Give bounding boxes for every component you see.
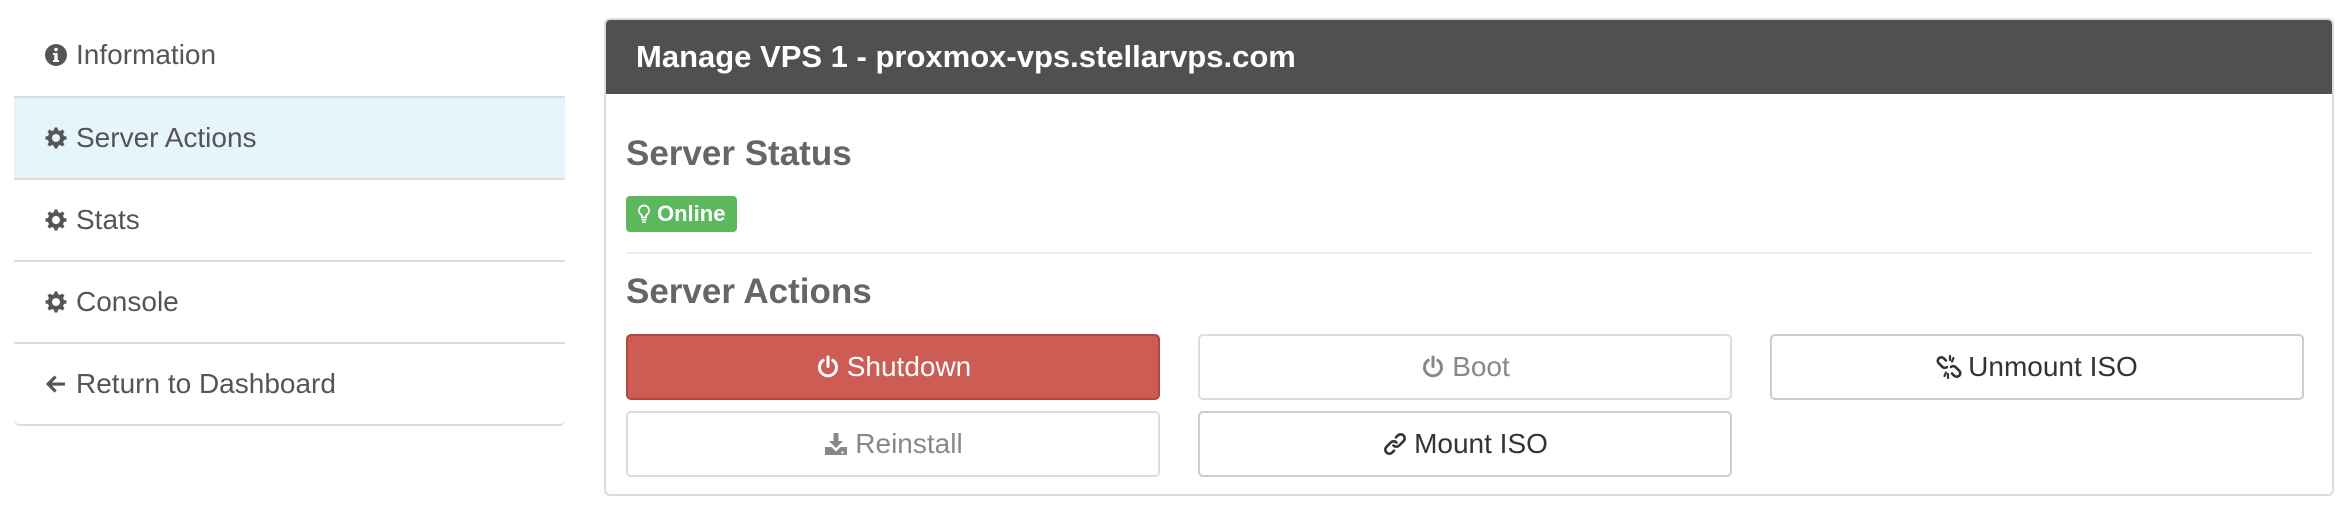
server-actions-heading: Server Actions: [626, 272, 872, 311]
sidebar-item-stats[interactable]: Stats: [14, 180, 565, 262]
shutdown-button-label: Shutdown: [846, 351, 972, 382]
section-divider: [626, 252, 2312, 254]
gear-icon: [44, 290, 68, 314]
reinstall-button-label: Reinstall: [855, 428, 963, 459]
sidebar-nav: Information Server Actions Stats Console…: [14, 14, 565, 426]
sidebar-item-server-actions[interactable]: Server Actions: [14, 98, 565, 180]
manage-vps-panel: Manage VPS 1 - proxmox-vps.stellarvps.co…: [604, 18, 2334, 496]
sidebar-item-label: Information: [76, 39, 217, 70]
sidebar-item-label: Console: [76, 286, 179, 317]
unlink-icon: [1936, 354, 1962, 380]
sidebar-item-label: Return to Dashboard: [76, 368, 336, 399]
status-badge: Online: [626, 196, 738, 232]
sidebar-item-label: Stats: [76, 204, 140, 235]
reinstall-button[interactable]: Reinstall: [626, 411, 1160, 477]
sidebar-item-label: Server Actions: [76, 122, 257, 153]
gear-icon: [44, 208, 68, 232]
shutdown-button[interactable]: Shutdown: [626, 334, 1160, 400]
sidebar-item-console[interactable]: Console: [14, 262, 565, 344]
power-icon: [815, 354, 841, 380]
link-icon: [1382, 431, 1408, 457]
sidebar-item-information[interactable]: Information: [14, 14, 565, 98]
panel-title: Manage VPS 1 - proxmox-vps.stellarvps.co…: [606, 20, 2332, 94]
unmount-iso-button[interactable]: Unmount ISO: [1770, 334, 2304, 400]
mount-iso-button-label: Mount ISO: [1414, 428, 1548, 459]
lightbulb-icon: [636, 204, 652, 224]
mount-iso-button[interactable]: Mount ISO: [1198, 411, 1732, 477]
boot-button-label: Boot: [1452, 351, 1510, 382]
boot-button[interactable]: Boot: [1198, 334, 1732, 400]
server-status-heading: Server Status: [626, 134, 852, 173]
arrow-left-icon: [44, 372, 68, 396]
unmount-iso-button-label: Unmount ISO: [1968, 351, 2138, 382]
download-icon: [823, 431, 849, 457]
gear-icon: [44, 126, 68, 150]
sidebar-item-return-to-dashboard[interactable]: Return to Dashboard: [14, 344, 565, 426]
info-circle-icon: [44, 43, 68, 67]
status-badge-label: Online: [657, 201, 726, 226]
power-icon: [1420, 354, 1446, 380]
